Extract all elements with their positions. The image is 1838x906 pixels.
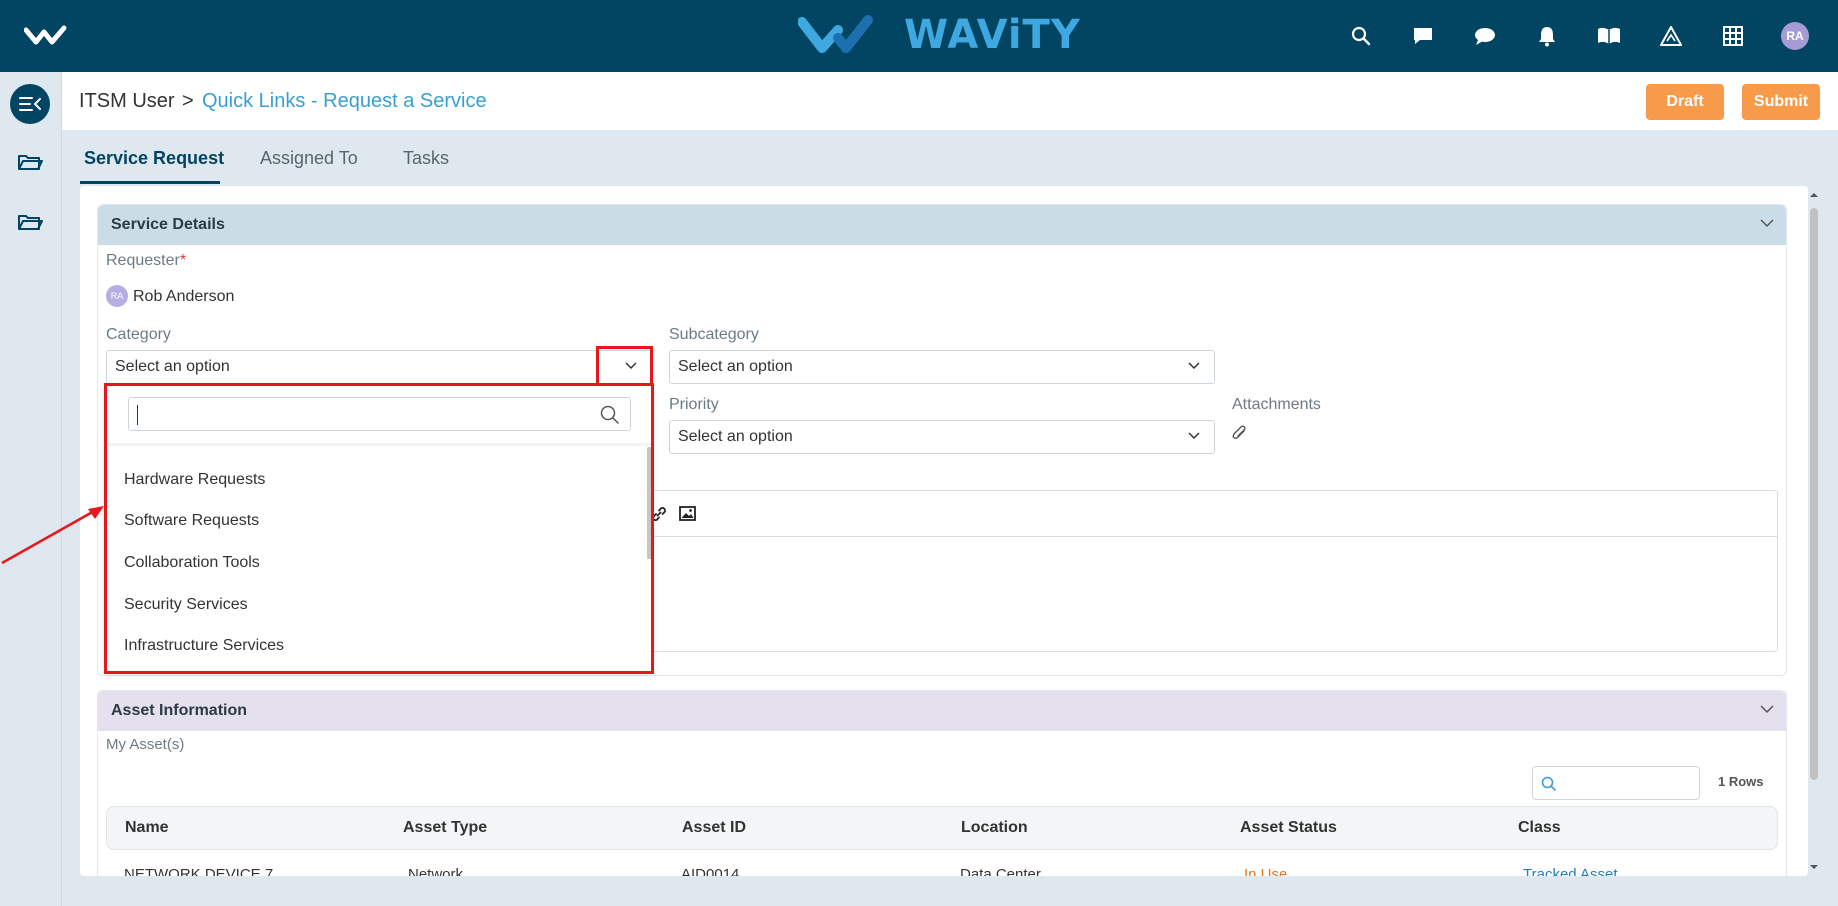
- scroll-down-icon[interactable]: [1808, 862, 1820, 872]
- highlight-chevron-box: [596, 346, 653, 386]
- subcategory-label: Subcategory: [669, 326, 759, 343]
- rows-count: 1 Rows: [1718, 774, 1764, 789]
- cell-type: Network: [408, 866, 464, 876]
- col-asset-type[interactable]: Asset Type: [403, 819, 487, 837]
- cell-class[interactable]: Tracked Asset: [1523, 866, 1617, 876]
- col-class[interactable]: Class: [1518, 819, 1561, 837]
- side-nav: [0, 72, 62, 906]
- chevron-down-icon[interactable]: [1760, 704, 1774, 714]
- editor-toolbar: [651, 491, 1777, 537]
- cell-name: NETWORK DEVICE 7: [124, 866, 274, 876]
- attachments-label: Attachments: [1232, 396, 1321, 413]
- chevron-down-icon[interactable]: [1188, 432, 1200, 440]
- brand-mark-icon: [798, 15, 873, 53]
- description-editor[interactable]: [650, 490, 1778, 652]
- col-location[interactable]: Location: [961, 819, 1028, 837]
- asset-table-header: Name Asset Type Asset ID Location Asset …: [106, 806, 1778, 850]
- col-name[interactable]: Name: [125, 819, 169, 837]
- priority-select[interactable]: Select an option: [669, 420, 1215, 454]
- asset-search-input[interactable]: [1532, 766, 1700, 800]
- tab-tasks[interactable]: Tasks: [403, 148, 449, 169]
- tab-bar: Service Request Assigned To Tasks: [62, 130, 1838, 186]
- brand-logo: WAViTY: [798, 12, 1081, 58]
- chevron-down-icon[interactable]: [1188, 362, 1200, 370]
- table-row[interactable]: NETWORK DEVICE 7 Network AID0014 Data Ce…: [106, 858, 1778, 876]
- search-icon[interactable]: [1330, 0, 1392, 72]
- mountain-icon[interactable]: [1640, 0, 1702, 72]
- submit-button[interactable]: Submit: [1742, 84, 1820, 120]
- tab-assigned-to[interactable]: Assigned To: [260, 148, 358, 169]
- scrollbar-thumb[interactable]: [1810, 208, 1818, 780]
- folder-icon[interactable]: [10, 142, 50, 182]
- grid-icon[interactable]: [1702, 0, 1764, 72]
- cell-id: AID0014: [681, 866, 740, 876]
- scroll-up-icon[interactable]: [1808, 190, 1820, 200]
- section-title: Asset Information: [111, 702, 248, 719]
- breadcrumb-root[interactable]: ITSM User: [79, 90, 175, 113]
- app-logo-icon[interactable]: [23, 24, 70, 53]
- priority-value: Select an option: [678, 428, 793, 445]
- highlight-dropdown-box: [104, 383, 654, 674]
- search-icon: [1541, 776, 1557, 792]
- draft-button[interactable]: Draft: [1646, 84, 1724, 120]
- requester-avatar: RA: [106, 285, 128, 307]
- category-label: Category: [106, 326, 171, 343]
- image-icon[interactable]: [679, 506, 696, 521]
- section-title: Service Details: [111, 216, 225, 233]
- annotation-arrow-icon: [1, 506, 104, 565]
- user-avatar[interactable]: RA: [1764, 0, 1826, 72]
- breadcrumb-current: Quick Links - Request a Service: [202, 90, 487, 112]
- active-tab-indicator: [80, 181, 220, 184]
- cell-location: Data Center: [960, 866, 1041, 876]
- col-asset-id[interactable]: Asset ID: [682, 819, 746, 837]
- chevron-down-icon[interactable]: [1760, 218, 1774, 228]
- category-select[interactable]: Select an option: [106, 350, 652, 384]
- page-header: ITSM User > Quick Links - Request a Serv…: [62, 72, 1838, 130]
- user-initials: RA: [1781, 22, 1809, 50]
- breadcrumb-separator: >: [182, 90, 194, 112]
- subcategory-value: Select an option: [678, 358, 793, 375]
- chat-icon[interactable]: [1392, 0, 1454, 72]
- paperclip-icon[interactable]: [1232, 424, 1248, 442]
- folder-open-icon[interactable]: [10, 202, 50, 242]
- menu-collapse-icon[interactable]: [10, 84, 50, 124]
- cell-status: In Use: [1244, 866, 1288, 876]
- asset-info-header[interactable]: Asset Information: [98, 691, 1786, 731]
- col-asset-status[interactable]: Asset Status: [1240, 819, 1337, 837]
- requester-name: Rob Anderson: [133, 288, 235, 305]
- category-value: Select an option: [115, 358, 230, 375]
- page-scrollbar[interactable]: [1808, 186, 1820, 876]
- bell-icon[interactable]: [1516, 0, 1578, 72]
- tab-service-request[interactable]: Service Request: [84, 148, 224, 169]
- comments-icon[interactable]: [1454, 0, 1516, 72]
- priority-label: Priority: [669, 396, 719, 413]
- book-icon[interactable]: [1578, 0, 1640, 72]
- top-bar: WAViTY RA: [0, 0, 1838, 72]
- service-details-header[interactable]: Service Details: [98, 205, 1786, 245]
- requester-label: Requester*: [106, 252, 187, 269]
- my-assets-label: My Asset(s): [106, 736, 185, 753]
- brand-name: WAViTY: [904, 12, 1081, 58]
- subcategory-select[interactable]: Select an option: [669, 350, 1215, 384]
